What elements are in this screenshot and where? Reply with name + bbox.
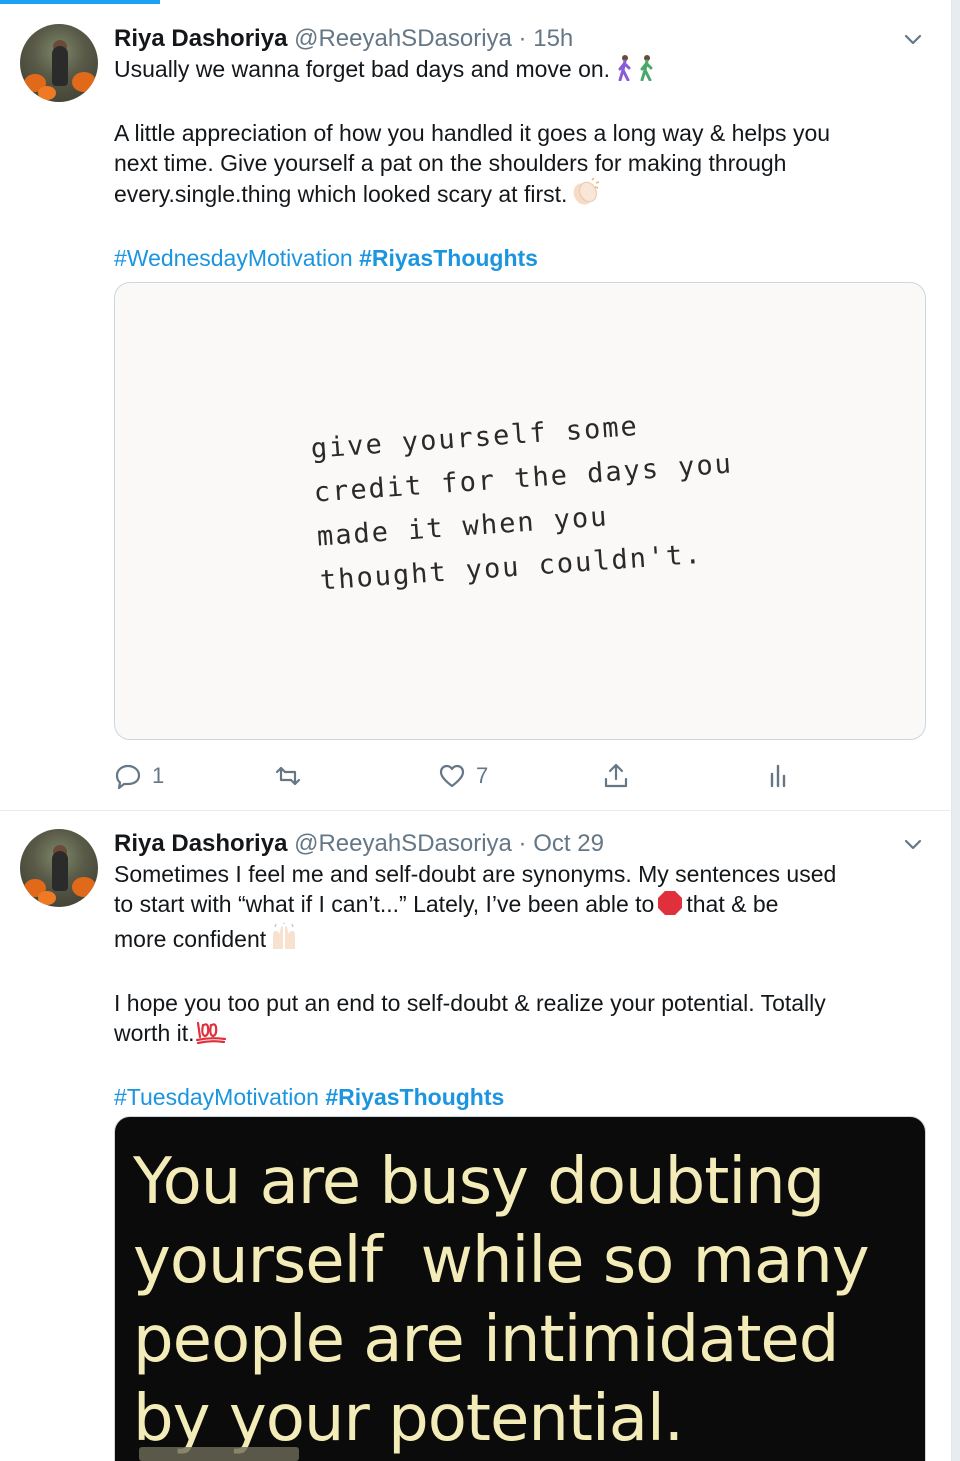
tweet-image[interactable]: You are busy doubting yourself while so … xyxy=(114,1116,926,1461)
tweet-body: Riya Dashoriya @ReeyahSDasoriya · Oct 29… xyxy=(114,829,924,1112)
hashtag-link[interactable]: #RiyasThoughts xyxy=(325,1084,504,1110)
like-button[interactable]: 7 xyxy=(438,762,488,790)
tweet[interactable]: Riya Dashoriya @ReeyahSDasoriya · 15h Us… xyxy=(0,0,950,811)
share-icon xyxy=(604,763,628,788)
tweet-header: Riya Dashoriya @ReeyahSDasoriya · Oct 29 xyxy=(114,829,924,859)
tweet-timestamp[interactable]: Oct 29 xyxy=(533,830,604,857)
author-name[interactable]: Riya Dashoriya xyxy=(114,25,287,52)
raising-hands-emoji xyxy=(269,923,299,958)
tweet-body: Riya Dashoriya @ReeyahSDasoriya · 15h Us… xyxy=(114,24,924,273)
walking-people-emoji xyxy=(613,55,661,88)
tweet-text-line: to start with “what if I can’t...” Latel… xyxy=(114,891,655,917)
scrollbar-track[interactable] xyxy=(951,0,960,1461)
image-handwritten-quote: give yourself some credit for the days y… xyxy=(309,410,734,597)
tweet-text-line: that & be xyxy=(686,891,779,917)
image-attribution-fragment xyxy=(139,1447,299,1461)
avatar-pumpkin xyxy=(72,877,96,897)
hashtag-link[interactable]: #RiyasThoughts xyxy=(359,245,538,271)
tweet-actions: 1 7 xyxy=(114,762,814,798)
chevron-down-icon[interactable] xyxy=(902,833,924,855)
author-name[interactable]: Riya Dashoriya xyxy=(114,830,287,857)
hashtags: #TuesdayMotivation #RiyasThoughts xyxy=(114,1082,924,1112)
time-separator: · xyxy=(511,25,534,52)
avatar[interactable] xyxy=(20,829,98,907)
image-quote-text: You are busy doubting yourself while so … xyxy=(133,1145,870,1456)
hashtag-link[interactable]: #WednesdayMotivation xyxy=(114,245,353,271)
tweet-text: worth it. xyxy=(114,1018,924,1052)
tweet-text-paragraph: A little appreciation of how you handled… xyxy=(114,118,924,213)
tweet-paragraph-text: A little appreciation of how you handled… xyxy=(114,120,831,207)
analytics-icon xyxy=(770,764,786,788)
avatar-pumpkin xyxy=(38,86,56,100)
tweet-text: to start with “what if I can’t...” Latel… xyxy=(114,889,924,923)
avatar-pumpkin xyxy=(38,891,56,905)
tweet-text: more confident xyxy=(114,923,924,958)
reply-count: 1 xyxy=(152,763,165,788)
tweet-timestamp[interactable]: 15h xyxy=(533,25,573,52)
tweet-text-line: I hope you too put an end to self-doubt … xyxy=(114,990,826,1016)
avatar[interactable] xyxy=(20,24,98,102)
time-separator: · xyxy=(511,830,534,857)
hashtags: #WednesdayMotivation #RiyasThoughts xyxy=(114,243,924,273)
retweet-icon xyxy=(275,766,301,786)
reply-icon xyxy=(115,764,141,790)
like-count: 7 xyxy=(476,763,489,788)
avatar-pumpkin xyxy=(72,72,96,92)
like-icon xyxy=(439,764,465,788)
tweet-text-line: Sometimes I feel me and self-doubt are s… xyxy=(114,861,837,887)
share-button[interactable] xyxy=(602,762,630,790)
tweet-text-line: Usually we wanna forget bad days and mov… xyxy=(114,56,611,82)
author-handle[interactable]: @ReeyahSDasoriya xyxy=(294,830,512,857)
avatar-person xyxy=(52,46,68,86)
hashtag-link[interactable]: #TuesdayMotivation xyxy=(114,1084,319,1110)
retweet-button[interactable] xyxy=(274,762,312,790)
author-handle[interactable]: @ReeyahSDasoriya xyxy=(294,25,512,52)
reply-button[interactable]: 1 xyxy=(114,762,164,790)
chevron-down-icon[interactable] xyxy=(902,28,924,50)
tweet-header: Riya Dashoriya @ReeyahSDasoriya · 15h xyxy=(114,24,924,54)
tweet-text: Usually we wanna forget bad days and mov… xyxy=(114,54,924,88)
avatar-person xyxy=(52,851,68,891)
timeline-feed: Riya Dashoriya @ReeyahSDasoriya · 15h Us… xyxy=(0,0,950,1461)
analytics-button[interactable] xyxy=(764,762,792,790)
clapping-hands-emoji xyxy=(570,177,600,213)
tweet-text-line: worth it. xyxy=(114,1020,195,1046)
hundred-points-emoji xyxy=(195,1019,227,1052)
tweet-image[interactable]: give yourself some credit for the days y… xyxy=(114,282,926,740)
stop-sign-emoji xyxy=(657,890,683,923)
tweet-text-line: more confident xyxy=(114,926,267,952)
